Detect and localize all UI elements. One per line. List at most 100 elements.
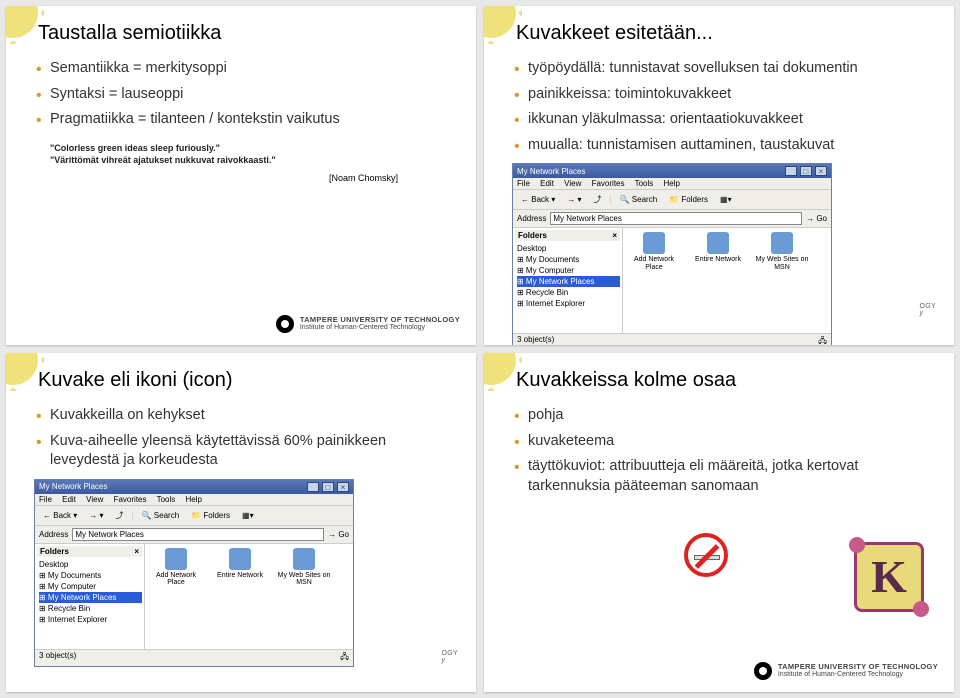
explorer-window: My Network Places _ □ × File Edit View F… [512,163,832,345]
content-panel[interactable]: Add Network Place Entire Network My Web Si… [145,544,353,649]
views-button[interactable]: ▦▾ [238,509,258,522]
slide-semiotics: Taustalla semiotiikka Semantiikka = merk… [6,6,476,345]
menu-item[interactable]: Edit [540,179,554,188]
status-text: 3 object(s) [517,335,554,345]
views-button[interactable]: ▦▾ [716,193,736,206]
status-text: 3 object(s) [39,651,76,665]
content-item[interactable]: My Web Sites on MSN [755,232,809,271]
folders-button[interactable]: 📁 Folders [665,193,712,206]
footer-text: TAMPERE UNIVERSITY OF TECHNOLOGY Institu… [300,315,460,332]
tree-item[interactable]: ⊞ My Computer [517,265,620,276]
menu-item[interactable]: Tools [157,495,176,504]
menu-item[interactable]: Help [664,179,680,188]
forward-button[interactable]: → ▾ [563,193,585,206]
window-body: Folders× Desktop⊞ My Documents⊞ My Compu… [35,544,353,649]
folders-panel: Folders× Desktop⊞ My Documents⊞ My Compu… [513,228,623,333]
no-smoking-icon [684,533,728,582]
back-button[interactable]: ← Back ▾ [39,509,81,522]
quote-line: "Colorless green ideas sleep furiously." [50,142,458,155]
window-menu: File Edit View Favorites Tools Help [35,494,353,506]
menu-item[interactable]: View [86,495,103,504]
address-bar: Address → Go [35,526,353,544]
go-button[interactable]: → Go [806,214,827,223]
minimize-icon[interactable]: _ [307,482,319,492]
tree-item[interactable]: ⊞ Internet Explorer [39,614,142,625]
bullet-item: pohja [514,406,936,426]
maximize-icon[interactable]: □ [322,482,334,492]
item-icon [643,232,665,254]
close-icon[interactable]: × [337,482,349,492]
status-bar: 3 object(s) 🖧 [513,333,831,345]
folder-tree[interactable]: Desktop⊞ My Documents⊞ My Computer⊞ My N… [37,559,142,625]
status-bar: 3 object(s) 🖧 [35,649,353,666]
item-icon [165,548,187,570]
maximize-icon[interactable]: □ [800,166,812,176]
bullet-item: täyttökuviot: attribuutteja eli määreitä… [514,457,936,496]
menu-item[interactable]: Help [186,495,202,504]
slide-title: Taustalla semiotiikka [38,22,458,45]
address-label: Address [517,214,546,223]
slide-kuvake-eli-ikoni: Kuvake eli ikoni (icon) Kuvakkeilla on k… [6,353,476,692]
menu-item[interactable]: File [517,179,530,188]
tree-item[interactable]: Desktop [517,243,620,254]
search-button[interactable]: 🔍 Search [138,509,184,522]
tree-item[interactable]: ⊞ My Documents [517,254,620,265]
window-toolbar: ← Back ▾ → ▾ ⤴ | 🔍 Search 📁 Folders ▦▾ [35,506,353,526]
window-controls: _ □ × [784,166,827,176]
content-item[interactable]: Entire Network [213,548,267,587]
content-item[interactable]: My Web Sites on MSN [277,548,331,587]
up-button[interactable]: ⤴ [590,192,606,207]
tree-item[interactable]: ⊞ My Documents [39,570,142,581]
tree-item[interactable]: ⊞ Recycle Bin [39,603,142,614]
go-button[interactable]: → Go [328,530,349,539]
menu-item[interactable]: Edit [62,495,76,504]
content-panel[interactable]: Add Network Place Entire Network My Web Si… [623,228,831,333]
minimize-icon[interactable]: _ [785,166,797,176]
menu-item[interactable]: Favorites [592,179,625,188]
quote-line: "Värittömät vihreät ajatukset nukkuvat r… [50,154,458,167]
tree-item[interactable]: ⊞ My Network Places [517,276,620,287]
slide-title: Kuvake eli ikoni (icon) [38,369,458,392]
menu-item[interactable]: View [564,179,581,188]
bullet-item: työpöydällä: tunnistavat sovelluksen tai… [514,59,936,79]
folders-panel: Folders× Desktop⊞ My Documents⊞ My Compu… [35,544,145,649]
close-icon[interactable]: × [815,166,827,176]
tree-item[interactable]: ⊞ Internet Explorer [517,298,620,309]
tree-item[interactable]: ⊞ My Network Places [39,592,142,603]
address-label: Address [39,530,68,539]
address-input[interactable] [550,212,802,225]
slide-kuvakkeet-esitetaan: Kuvakkeet esitetään... työpöydällä: tunn… [484,6,954,345]
status-icon: 🖧 [340,651,349,665]
menu-item[interactable]: Tools [635,179,654,188]
menu-item[interactable]: File [39,495,52,504]
search-button[interactable]: 🔍 Search [616,193,662,206]
footer-logo: TAMPERE UNIVERSITY OF TECHNOLOGY Institu… [754,662,938,680]
bullet-item: Syntaksi = lauseoppi [36,85,458,105]
window-title: My Network Places [517,167,585,176]
folders-button[interactable]: 📁 Folders [187,509,234,522]
tree-item[interactable]: ⊞ My Computer [39,581,142,592]
address-input[interactable] [72,528,324,541]
tree-item[interactable]: ⊞ Recycle Bin [517,287,620,298]
content-item[interactable]: Add Network Place [149,548,203,587]
content-item[interactable]: Add Network Place [627,232,681,271]
item-icon [293,548,315,570]
bullet-list: Kuvakkeilla on kehykset Kuva-aiheelle yl… [24,406,458,471]
window-controls: _ □ × [306,482,349,492]
folder-tree[interactable]: Desktop⊞ My Documents⊞ My Computer⊞ My N… [515,243,620,309]
close-panel-icon[interactable]: × [612,231,617,240]
bullet-item: painikkeissa: toimintokuvakkeet [514,85,936,105]
up-button[interactable]: ⤴ [112,508,128,523]
forward-button[interactable]: → ▾ [85,509,107,522]
close-panel-icon[interactable]: × [134,547,139,556]
corner-gear-icon [6,353,38,385]
tree-item[interactable]: Desktop [39,559,142,570]
folders-header: Folders× [37,546,142,557]
window-title: My Network Places [39,482,107,491]
bullet-item: Semantiikka = merkitysoppi [36,59,458,79]
back-button[interactable]: ← Back ▾ [517,193,559,206]
menu-item[interactable]: Favorites [114,495,147,504]
corner-gear-icon [484,6,516,38]
gear-icon [754,662,772,680]
content-item[interactable]: Entire Network [691,232,745,271]
